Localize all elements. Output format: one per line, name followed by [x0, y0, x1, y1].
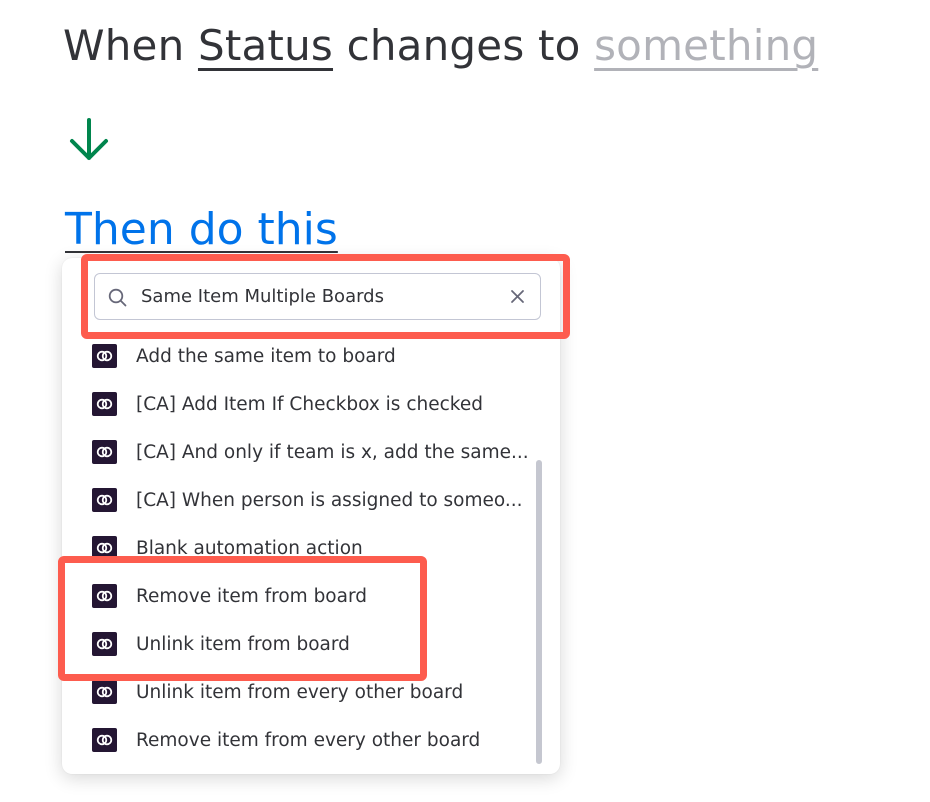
close-icon[interactable]	[510, 289, 525, 304]
app-logo-icon	[92, 344, 117, 368]
scrollbar[interactable]	[536, 460, 542, 764]
list-item[interactable]: Unlink item from every other board	[62, 668, 532, 716]
app-logo-icon	[92, 584, 117, 608]
app-logo-icon	[92, 440, 117, 464]
app-logo-icon	[92, 536, 117, 560]
search-input[interactable]	[141, 274, 491, 319]
search-box	[94, 273, 541, 320]
trigger-prefix: When	[63, 21, 198, 70]
app-logo-icon	[92, 392, 117, 416]
list-item[interactable]: Remove item from board	[62, 572, 532, 620]
app-logo-icon	[92, 488, 117, 512]
list-item[interactable]: Blank automation action	[62, 524, 532, 572]
app-logo-icon	[92, 632, 117, 656]
list-item-label: Unlink item from board	[136, 633, 350, 655]
list-item[interactable]: Unlink item from board	[62, 620, 532, 668]
arrow-down-icon	[70, 118, 108, 160]
results-list: Add the same item to board [CA] Add Item…	[62, 332, 532, 764]
list-item[interactable]: Remove item from every other board	[62, 716, 532, 764]
list-item-label: [CA] And only if team is x, add the same…	[136, 441, 529, 463]
list-item-label: Unlink item from every other board	[136, 681, 464, 703]
app-logo-icon	[92, 728, 117, 752]
app-logo-icon	[92, 680, 117, 704]
status-column-link[interactable]: Status	[198, 21, 333, 70]
list-item-label: Remove item from board	[136, 585, 367, 607]
list-item-label: Add the same item to board	[136, 345, 396, 367]
list-item[interactable]: [CA] When person is assigned to someo...	[62, 476, 532, 524]
list-item-label: Remove item from every other board	[136, 729, 481, 751]
list-item[interactable]: [CA] Add Item If Checkbox is checked	[62, 380, 532, 428]
list-item[interactable]: [CA] And only if team is x, add the same…	[62, 428, 532, 476]
list-item-label: Blank automation action	[136, 537, 363, 559]
then-do-this-link[interactable]: Then do this	[65, 198, 338, 262]
list-item-label: [CA] Add Item If Checkbox is checked	[136, 393, 483, 415]
trigger-sentence: When Status changes to something	[63, 14, 930, 80]
list-item[interactable]: Add the same item to board	[62, 332, 532, 380]
search-icon	[108, 288, 127, 307]
status-value-link[interactable]: something	[594, 21, 818, 70]
list-item-label: [CA] When person is assigned to someo...	[136, 489, 523, 511]
trigger-middle: changes to	[333, 21, 595, 70]
